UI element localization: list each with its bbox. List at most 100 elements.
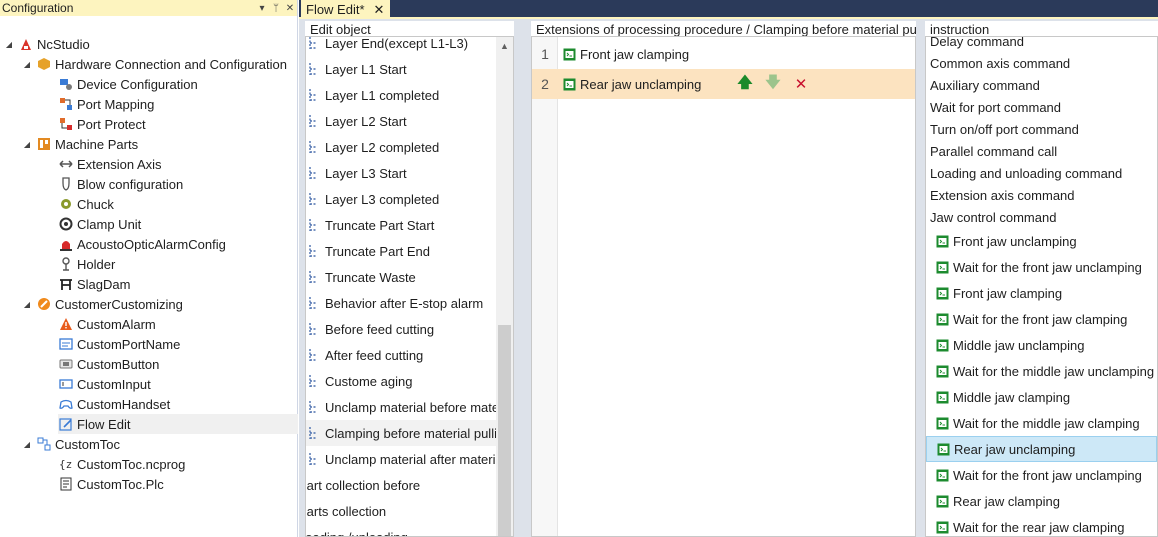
tree-item-acoustoopticalarmconfig[interactable]: AcoustoOpticAlarmConfig — [58, 234, 226, 254]
flow-step-icon — [308, 61, 322, 77]
edit-object-item[interactable]: Layer L1 completed — [306, 82, 496, 108]
edit-object-item[interactable]: Behavior after E-stop alarm — [306, 290, 496, 316]
tree-item-customalarm[interactable]: CustomAlarm — [58, 314, 156, 334]
tree-item-slagdam[interactable]: SlagDam — [58, 274, 130, 294]
instruction-item[interactable]: Middle jaw unclamping — [926, 332, 1157, 358]
instruction-category[interactable]: Common axis command — [926, 52, 1157, 74]
delete-icon[interactable]: ✕ — [790, 74, 812, 94]
edit-object-item[interactable]: Truncate Part Start — [306, 212, 496, 238]
tree-item-customercustomizing[interactable]: ◢ CustomerCustomizing — [22, 294, 183, 314]
edit-object-item[interactable]: Layer L3 Start — [306, 160, 496, 186]
instruction-item[interactable]: Rear jaw clamping — [926, 488, 1157, 514]
extension-row[interactable]: 1 Front jaw clamping — [532, 39, 915, 69]
configuration-panel: Configuration ▾ ᛘ ✕ ◢ NcStudio ◢ Hardware C… — [0, 0, 298, 537]
tree-item-holder[interactable]: Holder — [58, 254, 115, 274]
extensions-editor[interactable]: 1 Front jaw clamping 2 Rear jaw unclamping 🡅… — [531, 36, 916, 537]
edit-object-item[interactable]: Truncate Part End — [306, 238, 496, 264]
tree-item-flow-edit[interactable]: Flow Edit — [58, 414, 298, 434]
tree-expander-icon[interactable]: ◢ — [22, 60, 32, 69]
command-icon — [936, 261, 953, 274]
edit-object-item[interactable]: Clamping before material pulling — [306, 420, 496, 446]
slagdam-icon — [58, 276, 74, 292]
tree-item-machine-parts[interactable]: ◢ Machine Parts — [22, 134, 138, 154]
pin-icon[interactable]: ᛘ — [269, 3, 283, 14]
edit-object-item[interactable]: After feed cutting — [306, 342, 496, 368]
instruction-category[interactable]: Jaw control command — [926, 206, 1157, 228]
edit-object-list[interactable]: Layer End(except L1-L3) Layer L1 Start Lay… — [305, 36, 514, 537]
tree-item-label: CustomerCustomizing — [55, 296, 183, 312]
instruction-category[interactable]: Delay command — [926, 37, 1157, 52]
tree-expander-icon[interactable]: ◢ — [22, 140, 32, 149]
move-down-icon[interactable]: 🡇 — [762, 74, 784, 94]
scrollbar-thumb[interactable] — [498, 325, 511, 536]
customizing-icon — [36, 296, 52, 312]
tree-item-customtoc-ncprog[interactable]: {z} CustomToc.ncprog — [58, 454, 185, 474]
instruction-item[interactable]: Middle jaw clamping — [926, 384, 1157, 410]
instruction-category[interactable]: Loading and unloading command — [926, 162, 1157, 184]
extension-row[interactable]: 2 Rear jaw unclamping 🡅 🡇 ✕ — [532, 69, 915, 99]
instruction-item[interactable]: Wait for the front jaw unclamping — [926, 254, 1157, 280]
edit-object-item[interactable]: Layer End(except L1-L3) — [306, 37, 496, 56]
instruction-item[interactable]: Wait for the front jaw unclamping — [926, 462, 1157, 488]
edit-object-item[interactable]: Before feed cutting — [306, 316, 496, 342]
edit-object-item[interactable]: Layer L2 completed — [306, 134, 496, 160]
tree-item-chuck[interactable]: Chuck — [58, 194, 114, 214]
flow-step-icon — [308, 373, 322, 389]
instruction-category[interactable]: Turn on/off port command — [926, 118, 1157, 140]
tree-item-customtoc[interactable]: ◢ CustomToc — [22, 434, 120, 454]
panel-menu-icon[interactable]: ▾ — [255, 3, 269, 14]
tree-item-port-mapping[interactable]: Port Mapping — [58, 94, 154, 114]
edit-object-item[interactable]: Loading /unloading — [306, 524, 488, 537]
tree-item-hardware-connection-and-configuration[interactable]: ◢ Hardware Connection and Configuration — [22, 54, 287, 74]
instruction-list[interactable]: Delay command Common axis command Auxiliar… — [925, 36, 1158, 537]
command-icon — [936, 287, 953, 300]
instruction-category[interactable]: Extension axis command — [926, 184, 1157, 206]
instruction-item[interactable]: Front jaw unclamping — [926, 228, 1157, 254]
move-up-icon[interactable]: 🡅 — [734, 74, 756, 94]
instruction-item[interactable]: Wait for the middle jaw clamping — [926, 410, 1157, 436]
tree-item-custombutton[interactable]: CustomButton — [58, 354, 159, 374]
tab-close-icon[interactable]: ✕ — [374, 2, 385, 18]
edit-object-item[interactable]: Part collection before — [306, 472, 488, 498]
edit-icon — [58, 416, 74, 432]
panel-close-icon[interactable]: ✕ — [283, 3, 297, 14]
tree-item-blow-configuration[interactable]: Blow configuration — [58, 174, 183, 194]
edit-object-item[interactable]: Custome aging — [306, 368, 496, 394]
tree-item-custominput[interactable]: CustomInput — [58, 374, 151, 394]
tree-item-device-configuration[interactable]: Device Configuration — [58, 74, 198, 94]
flow-step-icon — [308, 243, 322, 259]
tree-item-clamp-unit[interactable]: Clamp Unit — [58, 214, 141, 234]
edit-object-header-bar: Edit object — [305, 21, 514, 37]
edit-object-item[interactable]: Parts collection — [306, 498, 488, 524]
instruction-item[interactable]: Wait for the rear jaw clamping — [926, 514, 1157, 536]
edit-object-item[interactable]: Unclamp material before material pulling — [306, 394, 496, 420]
tab-flow-edit[interactable]: Flow Edit* ✕ — [301, 0, 391, 19]
tree-item-ncstudio[interactable]: ◢ NcStudio — [4, 34, 90, 54]
edit-object-item[interactable]: Layer L2 Start — [306, 108, 496, 134]
instruction-item[interactable]: Rear jaw unclamping — [926, 436, 1157, 462]
scroll-up-icon[interactable]: ▲ — [500, 41, 509, 51]
edit-object-item[interactable]: Layer L3 completed — [306, 186, 496, 212]
edit-object-item[interactable]: Layer L1 Start — [306, 56, 496, 82]
instruction-category[interactable]: Auxiliary command — [926, 74, 1157, 96]
tree-item-label: CustomHandset — [77, 396, 171, 412]
instruction-category[interactable]: Parallel command call — [926, 140, 1157, 162]
tree-item-extension-axis[interactable]: Extension Axis — [58, 154, 162, 174]
instruction-category[interactable]: Wait for port command — [926, 96, 1157, 118]
edit-object-scrollbar[interactable]: ▲ — [496, 37, 513, 536]
edit-object-item[interactable]: Unclamp material after material pulling — [306, 446, 496, 472]
instruction-item[interactable]: Front jaw clamping — [926, 280, 1157, 306]
tree-item-customhandset[interactable]: CustomHandset — [58, 394, 170, 414]
tree-expander-icon[interactable]: ◢ — [22, 300, 32, 309]
document-tab-strip: Flow Edit* ✕ — [299, 0, 1158, 19]
instruction-item[interactable]: Wait for the front jaw clamping — [926, 306, 1157, 332]
tree-expander-icon[interactable]: ◢ — [4, 40, 14, 49]
edit-object-item[interactable]: Truncate Waste — [306, 264, 496, 290]
tree-item-port-protect[interactable]: Port Protect — [58, 114, 146, 134]
flow-step-icon — [308, 165, 322, 181]
tree-expander-icon[interactable]: ◢ — [22, 440, 32, 449]
tree-item-customtoc-plc[interactable]: CustomToc.Plc — [58, 474, 164, 494]
instruction-item[interactable]: Wait for the middle jaw unclamping — [926, 358, 1157, 384]
edit-object-label: Layer L3 completed — [325, 191, 440, 207]
tree-item-customportname[interactable]: CustomPortName — [58, 334, 180, 354]
